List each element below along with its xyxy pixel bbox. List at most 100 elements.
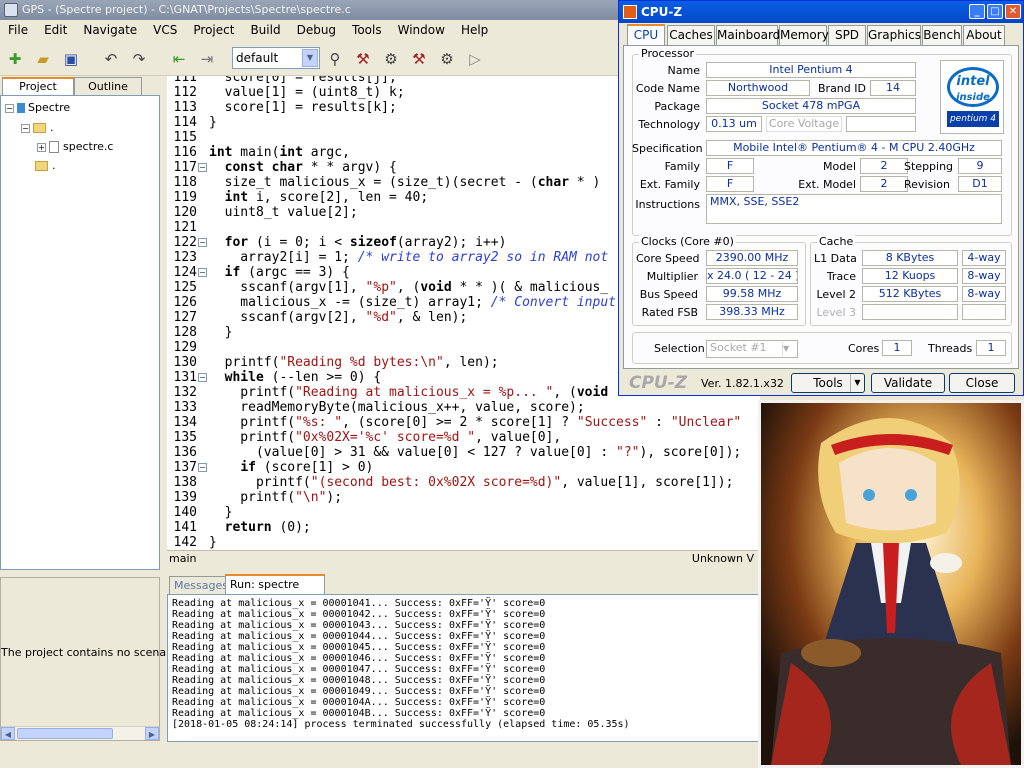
tab-mainboard[interactable]: Mainboard: [716, 25, 780, 45]
compile-icon[interactable]: ⚒: [354, 50, 372, 68]
fold-icon[interactable]: −: [198, 463, 207, 472]
tab-project[interactable]: Project: [2, 77, 74, 95]
cpuz-title-bar[interactable]: CPU-Z _ □ ✕: [619, 1, 1023, 23]
code-line[interactable]: }: [209, 325, 233, 340]
fold-icon[interactable]: −: [198, 163, 207, 172]
collapse-icon[interactable]: −: [5, 103, 14, 113]
corespeed-value: 2390.00 MHz: [706, 250, 798, 266]
tree-dir-row[interactable]: −.: [21, 120, 54, 136]
code-line[interactable]: if (argc == 3) {: [209, 265, 350, 280]
collapse-icon[interactable]: −: [21, 123, 30, 133]
scrollbar-thumb[interactable]: [17, 728, 113, 739]
expand-icon[interactable]: +: [37, 142, 46, 152]
tab-outline[interactable]: Outline: [74, 77, 142, 95]
minimize-icon[interactable]: _: [969, 4, 985, 19]
code-line[interactable]: malicious_x -= (size_t) array1; /* Conve…: [209, 295, 616, 310]
code-line[interactable]: value[1] = (uint8_t) k;: [209, 85, 405, 100]
code-line[interactable]: printf("\n");: [209, 490, 342, 505]
clean-icon[interactable]: ⚙: [438, 50, 456, 68]
code-line[interactable]: int main(int argc,: [209, 145, 350, 160]
code-line[interactable]: }: [209, 505, 233, 520]
new-file-icon[interactable]: ✚: [6, 50, 24, 68]
code-line[interactable]: readMemoryByte(malicious_x++, value, sco…: [209, 400, 584, 415]
chevron-down-icon[interactable]: ▼: [302, 49, 318, 67]
code-line[interactable]: sscanf(argv[2], "%d", & len);: [209, 310, 467, 325]
code-line[interactable]: }: [209, 535, 217, 550]
run-output[interactable]: Reading at malicious_x = 00001041... Suc…: [167, 594, 760, 742]
code-line[interactable]: while (--len >= 0) {: [209, 370, 382, 385]
tab-graphics[interactable]: Graphics: [867, 25, 921, 45]
close-icon[interactable]: ✕: [1005, 4, 1021, 19]
code-line[interactable]: printf("%s: ", (score[0] >= 2 * score[1]…: [209, 415, 741, 430]
build-main-icon[interactable]: ⚒: [410, 50, 428, 68]
code-line[interactable]: array2[i] = 1; /* write to array2 so in …: [209, 250, 608, 265]
open-folder-icon[interactable]: ▰: [34, 50, 52, 68]
run-icon[interactable]: ▷: [466, 50, 484, 68]
tab-spd[interactable]: SPD: [828, 25, 866, 45]
code-line[interactable]: int i, score[2], len = 40;: [209, 190, 429, 205]
scroll-right-icon[interactable]: ▶: [145, 727, 159, 740]
chevron-down-icon[interactable]: ▼: [850, 374, 864, 392]
menu-build[interactable]: Build: [242, 20, 288, 41]
code-line[interactable]: const char * * argv) {: [209, 160, 397, 175]
code-line[interactable]: printf("(second best: 0x%02X score=%d)",…: [209, 475, 733, 490]
menu-navigate[interactable]: Navigate: [75, 20, 145, 41]
clocks-group-title: Clocks (Core #0): [639, 235, 736, 248]
code-line[interactable]: for (i = 0; i < sizeof(array2); i++): [209, 235, 507, 250]
tab-about[interactable]: About: [963, 25, 1005, 45]
code-line[interactable]: size_t malicious_x = (size_t)(secret - (…: [209, 175, 601, 190]
threads-value: 1: [976, 340, 1006, 356]
scroll-left-icon[interactable]: ◀: [1, 727, 15, 740]
maximize-icon[interactable]: □: [987, 4, 1003, 19]
code-line[interactable]: score[1] = results[k];: [209, 100, 397, 115]
code-line[interactable]: uint8_t value[2];: [209, 205, 358, 220]
code-line[interactable]: printf("Reading %d bytes:\n", len);: [209, 355, 499, 370]
menu-window[interactable]: Window: [390, 20, 453, 41]
tab-caches[interactable]: Caches: [667, 25, 715, 45]
menu-debug[interactable]: Debug: [289, 20, 344, 41]
code-line[interactable]: printf("Reading at malicious_x = %p... "…: [209, 385, 608, 400]
cpuz-cpu-page: Processor Name Intel Pentium 4 Code Name…: [623, 45, 1019, 369]
horizontal-scrollbar[interactable]: ◀ ▶: [1, 726, 159, 740]
tree-file-row[interactable]: + spectre.c: [37, 139, 113, 155]
go-back-icon[interactable]: ⇤: [170, 50, 188, 68]
tree-project-row[interactable]: − Spectre: [5, 100, 70, 116]
code-line[interactable]: (value[0] > 31 && value[0] < 127 ? value…: [209, 445, 741, 460]
undo-icon[interactable]: ↶: [102, 50, 120, 68]
code-line[interactable]: printf("0x%02X='%c' score=%d ", value[0]…: [209, 430, 561, 445]
gps-bottom-strip: [0, 742, 760, 768]
fold-icon[interactable]: −: [198, 268, 207, 277]
code-line[interactable]: if (score[1] > 0): [209, 460, 373, 475]
chevron-down-icon[interactable]: ▼: [782, 342, 796, 356]
menu-tools[interactable]: Tools: [344, 20, 390, 41]
menu-project[interactable]: Project: [185, 20, 242, 41]
fold-icon[interactable]: −: [198, 373, 207, 382]
menu-help[interactable]: Help: [453, 20, 496, 41]
code-line[interactable]: sscanf(argv[1], "%p", (void * * )( & mal…: [209, 280, 608, 295]
tree-dir2-row[interactable]: .: [35, 158, 56, 174]
menu-edit[interactable]: Edit: [36, 20, 75, 41]
code-line[interactable]: return (0);: [209, 520, 311, 535]
menu-file[interactable]: File: [0, 20, 36, 41]
stepping-value: 9: [958, 158, 1002, 174]
redo-icon[interactable]: ↷: [130, 50, 148, 68]
build-all-icon[interactable]: ⚙: [382, 50, 400, 68]
tab-bench[interactable]: Bench: [922, 25, 962, 45]
check-syntax-icon[interactable]: ⚲: [326, 50, 344, 68]
tab-messages[interactable]: Messages: [169, 576, 233, 594]
tab-run-spectre[interactable]: Run: spectre: [225, 574, 325, 594]
fold-icon[interactable]: −: [198, 238, 207, 247]
tab-cpu[interactable]: CPU: [627, 24, 665, 46]
tab-memory[interactable]: Memory: [779, 25, 829, 45]
close-button[interactable]: Close: [949, 373, 1015, 393]
validate-button[interactable]: Validate: [871, 373, 945, 393]
build-mode-select[interactable]: default ▼: [232, 47, 320, 69]
go-forward-icon[interactable]: ⇥: [198, 50, 216, 68]
code-line[interactable]: score[0] = results[j];: [209, 76, 397, 85]
tools-button[interactable]: Tools ▼: [791, 373, 865, 393]
line-number: 139: [173, 490, 197, 505]
save-icon[interactable]: ▣: [62, 50, 80, 68]
menu-vcs[interactable]: VCS: [145, 20, 185, 41]
code-line[interactable]: }: [209, 115, 217, 130]
selection-select[interactable]: Socket #1 ▼: [706, 340, 798, 358]
